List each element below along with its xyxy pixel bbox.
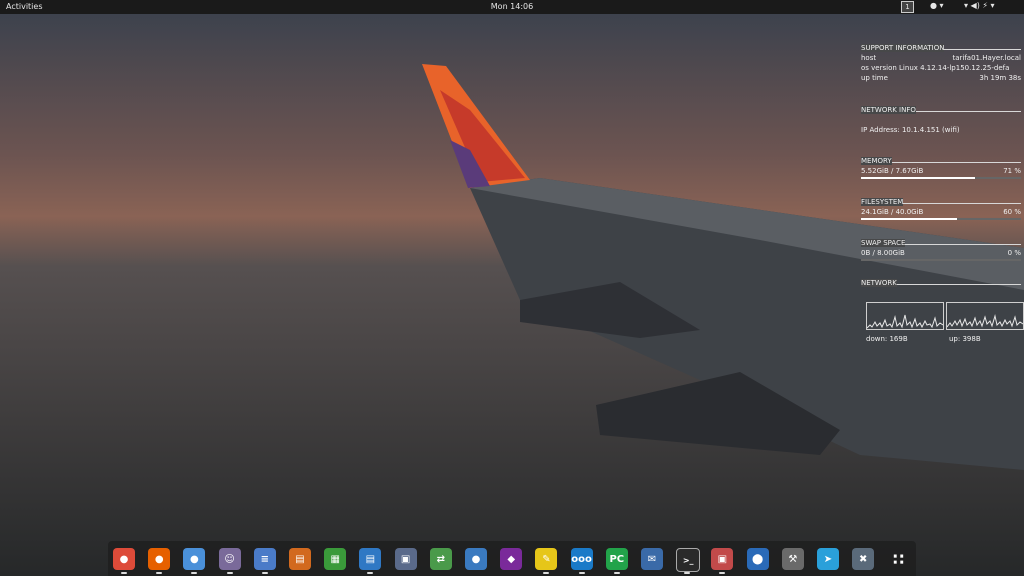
calc-icon[interactable]: ▦ bbox=[324, 548, 347, 570]
section-title: SWAP SPACE bbox=[861, 239, 906, 247]
download-speed: down: 169B bbox=[866, 335, 908, 343]
file-manager-icon[interactable]: ≡ bbox=[253, 548, 276, 570]
running-indicator bbox=[191, 572, 198, 574]
terminal-icon[interactable]: >_ bbox=[676, 548, 701, 572]
filesystem-section: FILESYSTEM 24.1GiB / 40.0GiB 60 % bbox=[861, 198, 1021, 220]
uptime-label: up time bbox=[861, 74, 888, 82]
running-indicator bbox=[578, 572, 585, 574]
impress-icon[interactable]: ▤ bbox=[289, 548, 311, 570]
ip-address: IP Address: 10.1.4.151 (wifi) bbox=[861, 126, 960, 134]
uptime-value: 3h 19m 38s bbox=[979, 74, 1021, 82]
network-info-section: NETWORK INFO IP Address: 10.1.4.151 (wif… bbox=[861, 106, 1021, 135]
section-title: MEMORY bbox=[861, 157, 892, 165]
running-indicator bbox=[156, 572, 163, 574]
running-indicator bbox=[226, 572, 233, 574]
filesystem-bar bbox=[861, 218, 1021, 220]
running-indicator bbox=[261, 572, 268, 574]
system-menu[interactable]: ▾ ◀) ⚡ ▾ bbox=[964, 1, 995, 10]
image-viewer-icon[interactable]: ▣ bbox=[394, 548, 417, 570]
host-label: host bbox=[861, 54, 877, 62]
memory-section: MEMORY 5.52GiB / 7.67GiB 71 % bbox=[861, 157, 1021, 179]
wallpaper-wing bbox=[0, 14, 1024, 576]
running-indicator bbox=[719, 572, 726, 574]
pidgin-icon[interactable]: ☺ bbox=[218, 548, 241, 570]
chrome-icon[interactable]: ● bbox=[113, 548, 135, 570]
swap-value: 0B / 8.00GiB bbox=[861, 249, 905, 257]
visual-studio-icon[interactable]: ◆ bbox=[500, 548, 523, 570]
support-section: SUPPORT INFORMATION host tarifa01.Hayer.l… bbox=[861, 44, 1021, 83]
running-indicator bbox=[613, 572, 620, 574]
bluetooth-icon[interactable]: ⬤ bbox=[746, 548, 769, 570]
upload-graph bbox=[946, 302, 1024, 330]
telegram-icon[interactable]: ➤ bbox=[817, 548, 839, 570]
app-grid-icon[interactable]: ∷ bbox=[887, 548, 909, 570]
accessibility-menu[interactable]: ● ▾ bbox=[930, 1, 944, 10]
running-indicator bbox=[684, 572, 691, 574]
clock[interactable]: Mon 14:06 bbox=[0, 2, 1024, 11]
transfer-icon[interactable]: ⇄ bbox=[429, 548, 452, 570]
swap-section: SWAP SPACE 0B / 8.00GiB 0 % bbox=[861, 239, 1021, 261]
running-indicator bbox=[121, 572, 127, 574]
nextcloud-icon[interactable]: ooo bbox=[570, 548, 593, 570]
section-title: FILESYSTEM bbox=[861, 198, 904, 206]
filesystem-percent: 60 % bbox=[1003, 208, 1021, 216]
filesystem-bar-fill bbox=[861, 218, 957, 220]
network-labels: down: 169B up: 398B bbox=[866, 335, 1021, 343]
chat-icon[interactable]: ● bbox=[465, 548, 487, 570]
os-value: Linux 4.12.14-lp150.12.25-defa bbox=[899, 64, 1010, 72]
memory-value: 5.52GiB / 7.67GiB bbox=[861, 167, 924, 175]
pycharm-icon[interactable]: PC bbox=[605, 548, 628, 570]
memory-bar bbox=[861, 177, 1021, 179]
swap-percent: 0 % bbox=[1007, 249, 1021, 257]
firefox-icon[interactable]: ● bbox=[148, 548, 171, 570]
swap-bar bbox=[861, 259, 1021, 261]
settings-tools-icon[interactable]: ✖ bbox=[852, 548, 875, 570]
package-icon[interactable]: ▣ bbox=[711, 548, 734, 570]
workspace-indicator[interactable]: 1 bbox=[901, 1, 914, 13]
dock: ● ● ● ☺ ≡ ▤ ▦ ▤ ▣ ⇄ ● ◆ ✎ ooo PC ✉ >_ ▣ ⬤ ⚒ ➤ ✖ ∷ bbox=[108, 541, 916, 576]
writer-icon[interactable]: ▤ bbox=[359, 548, 382, 570]
mail-icon[interactable]: ✉ bbox=[641, 548, 663, 570]
os-label: os version bbox=[861, 64, 897, 72]
filesystem-value: 24.1GiB / 40.0GiB bbox=[861, 208, 924, 216]
network-section: NETWORK bbox=[861, 279, 1021, 288]
network-tools-icon[interactable]: ⚒ bbox=[781, 548, 804, 570]
memory-bar-fill bbox=[861, 177, 975, 179]
upload-speed: up: 398B bbox=[949, 335, 981, 343]
running-indicator bbox=[543, 572, 550, 574]
section-title: SUPPORT INFORMATION bbox=[861, 44, 945, 52]
network-graphs bbox=[866, 302, 1024, 330]
notes-icon[interactable]: ✎ bbox=[535, 548, 558, 570]
section-title: NETWORK bbox=[861, 279, 897, 287]
running-indicator bbox=[367, 572, 374, 574]
memory-percent: 71 % bbox=[1003, 167, 1021, 175]
section-title: NETWORK INFO bbox=[861, 106, 916, 114]
chromium-icon[interactable]: ● bbox=[183, 548, 206, 570]
host-value: tarifa01.Hayer.local bbox=[952, 54, 1021, 62]
download-graph bbox=[866, 302, 944, 330]
top-bar: Activities Mon 14:06 1 ● ▾ ▾ ◀) ⚡ ▾ bbox=[0, 0, 1024, 14]
